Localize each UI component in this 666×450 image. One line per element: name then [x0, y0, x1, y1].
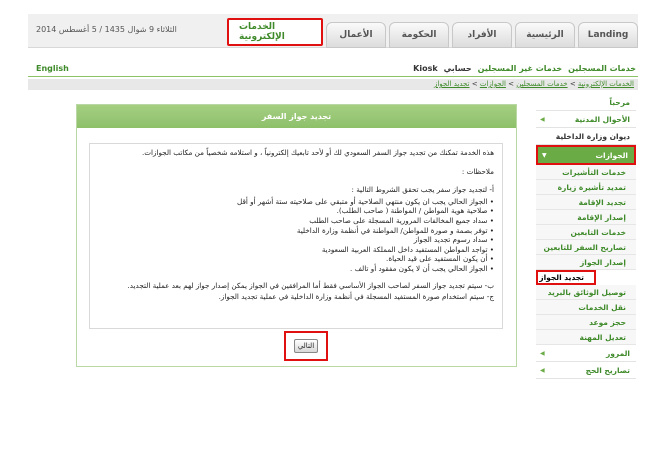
intro-text: هذه الخدمة تمكنك من تجديد جواز السفر الس…	[141, 148, 494, 157]
list-item: سداد جميع المخالفات المرورية المسجلة على…	[98, 216, 494, 226]
divider	[28, 76, 638, 77]
list-item: سداد رسوم تجديد الجواز	[98, 235, 494, 245]
tab-eservices[interactable]: الخدمات الإلكترونية	[227, 18, 323, 46]
sidebar-subitem-issue-passport[interactable]: إصدار الجواز	[536, 255, 636, 270]
tab-landing[interactable]: Landing	[578, 22, 638, 48]
chevron-left-icon: ◀	[540, 349, 545, 357]
sidebar-item-label: ديوان وزارة الداخلية	[555, 131, 630, 141]
tab-business[interactable]: الأعمال	[326, 22, 386, 48]
link-registered-services[interactable]: خدمات المسجلين	[568, 64, 636, 73]
list-item: صلاحية هوية المواطن / المواطنة ( صاحب ال…	[98, 206, 494, 216]
breadcrumb-registered[interactable]: خدمات المسجلين	[516, 80, 567, 88]
sidebar-subitem-extend-visit[interactable]: تمديد تأشيرة زيارة	[536, 180, 636, 195]
next-button[interactable]: التالي	[294, 339, 318, 353]
english-link[interactable]: English	[36, 64, 69, 73]
service-description: هذه الخدمة تمكنك من تجديد جواز السفر الس…	[89, 143, 503, 329]
panel-title: تجديد جواز السفر	[77, 105, 516, 128]
list-item: تواجد المواطن المستفيد داخل المملكة العر…	[98, 245, 494, 255]
top-links: خدمات المسجلين خدمات غير المسجلين حسابي …	[413, 64, 636, 73]
sidebar-item-passports[interactable]: الجوازات ▼	[536, 145, 636, 165]
note-c: ج- سيتم استخدام صورة المستفيد المسجلة في…	[218, 292, 494, 302]
note-b: ب- سيتم تجديد جواز السفر لصاحب الجواز ال…	[127, 280, 494, 290]
breadcrumb: الخدمات الإلكترونية > خدمات المسجلين > ا…	[28, 79, 638, 90]
service-panel: تجديد جواز السفر هذه الخدمة تمكنك من تجد…	[76, 104, 517, 367]
next-button-highlight: التالي	[284, 331, 328, 361]
link-unregistered-services[interactable]: خدمات غير المسجلين	[478, 64, 562, 73]
tab-individuals[interactable]: الأفراد	[452, 22, 512, 48]
sidebar-item-civil[interactable]: الأحوال المدنية ◀	[536, 111, 636, 128]
sidebar-item-hajj[interactable]: تصاريح الحج ◀	[536, 362, 636, 379]
list-item: توفر بصمة و صورة للمواطن/ المواطنة في أن…	[98, 226, 494, 236]
notes-label: ملاحظات :	[461, 166, 494, 176]
chevron-left-icon: ◀	[540, 115, 545, 123]
sidebar-item-label: الأحوال المدنية	[574, 114, 630, 124]
current-date: الثلاثاء 9 شوال 1435 / 5 أغسطس 2014	[36, 25, 177, 34]
chevron-down-icon: ▼	[542, 151, 547, 159]
conditions-list: الجواز الحالي يجب ان يكون منتهي الصلاحية…	[98, 197, 494, 274]
sidebar: مرحباً الأحوال المدنية ◀ ديوان وزارة الدا…	[536, 94, 636, 379]
sidebar-subitem-appointment[interactable]: حجز موعد	[536, 315, 636, 330]
sidebar-subitem-issue-iqama[interactable]: إصدار الإقامة	[536, 210, 636, 225]
breadcrumb-passports[interactable]: الجوازات	[480, 80, 506, 88]
breadcrumb-renew-passport[interactable]: تجديد الجواز	[434, 80, 470, 88]
chevron-left-icon: ◀	[540, 366, 545, 374]
page: الثلاثاء 9 شوال 1435 / 5 أغسطس 2014 Land…	[0, 0, 666, 450]
sidebar-welcome-label: مرحباً	[609, 97, 630, 107]
breadcrumb-eservices[interactable]: الخدمات الإلكترونية	[578, 80, 634, 88]
main-tabs: Landing الرئيسية الأفراد الحكومة الأعمال…	[224, 18, 638, 48]
sidebar-item-label: الجوازات	[595, 150, 629, 160]
sidebar-item-moi[interactable]: ديوان وزارة الداخلية	[536, 128, 636, 145]
list-item: الجواز الحالي يجب أن لا يكون مفقود أو تا…	[98, 264, 494, 274]
top-header: الثلاثاء 9 شوال 1435 / 5 أغسطس 2014 Land…	[28, 14, 638, 48]
sidebar-subitem-renew-iqama[interactable]: تجديد الإقامة	[536, 195, 636, 210]
tab-home[interactable]: الرئيسية	[515, 22, 575, 48]
sidebar-subitem-travel-permits[interactable]: تصاريح السفر للتابعين	[536, 240, 636, 255]
sidebar-subitem-visas[interactable]: خدمات التأشيرات	[536, 165, 636, 180]
sidebar-item-label: المرور	[605, 348, 630, 358]
link-kiosk[interactable]: Kiosk	[413, 64, 438, 73]
list-item: الجواز الحالي يجب ان يكون منتهي الصلاحية…	[98, 197, 494, 207]
sidebar-subitem-profession[interactable]: تعديل المهنة	[536, 330, 636, 345]
link-my-account[interactable]: حسابي	[444, 64, 472, 73]
sidebar-welcome: مرحباً	[536, 94, 636, 111]
sidebar-item-label: تصاريح الحج	[585, 365, 630, 375]
sidebar-item-traffic[interactable]: المرور ◀	[536, 345, 636, 362]
sidebar-subitem-dependents[interactable]: خدمات التابعين	[536, 225, 636, 240]
list-item: أن يكون المستفيد على قيد الحياة.	[98, 254, 494, 264]
sidebar-subitem-mail-delivery[interactable]: توصيل الوثائق بالبريد	[536, 285, 636, 300]
sidebar-subitem-renew-passport[interactable]: تجديد الجواز	[536, 270, 596, 285]
sidebar-subitem-transfer[interactable]: نقل الخدمات	[536, 300, 636, 315]
tab-government[interactable]: الحكومة	[389, 22, 449, 48]
conditions-title: أ- لتجديد جواز سفر يجب تحقق الشروط التال…	[351, 185, 495, 195]
